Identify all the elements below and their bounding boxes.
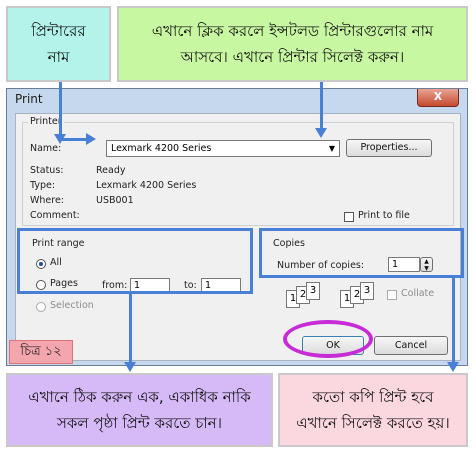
print-dialog: Print X Printer Name: Lexmark 4200 Serie…: [6, 88, 468, 366]
callout-line: আসবে। এখানে প্রিন্টার সিলেক্ট করুন।: [180, 48, 405, 66]
ok-highlight-circle: [283, 320, 373, 358]
range-selection-radio[interactable]: [36, 302, 46, 312]
properties-button[interactable]: Properties...: [346, 139, 432, 157]
callout-line: নাম: [47, 48, 70, 66]
copies-highlight: [259, 228, 464, 278]
arrow-down-icon: [315, 128, 327, 138]
callout-line: সকল পৃষ্ঠা প্রিন্ট করতে চান।: [56, 414, 223, 432]
type-value: Lexmark 4200 Series: [96, 180, 197, 191]
where-label: Where:: [30, 195, 65, 206]
arrow-line: [62, 138, 88, 141]
cancel-button[interactable]: Cancel: [374, 336, 448, 355]
arrow-line: [129, 294, 132, 364]
arrow-line: [320, 82, 323, 130]
callout-line: এখানে সিলেক্ট করতে হয়।: [296, 414, 450, 432]
print-to-file-checkbox[interactable]: [344, 212, 354, 222]
printer-select[interactable]: Lexmark 4200 Series ▼: [106, 140, 340, 157]
arrow-right-icon: [86, 133, 96, 145]
comment-label: Comment:: [30, 210, 80, 221]
callout-select-printer: এখানে ক্লিক করলে ইন্সটলড প্রিন্টারগুলোর …: [117, 6, 468, 82]
dropdown-arrow-icon: ▼: [328, 144, 335, 153]
collate-page: 3: [306, 282, 320, 300]
callout-print-range: এখানে ঠিক করুন এক, একাধিক নাকি সকল পৃষ্ঠ…: [6, 373, 273, 447]
callout-copies: কতো কপি প্রিন্ট হবে এখানে সিলেক্ট করতে হ…: [278, 373, 468, 447]
callout-line: এখানে ক্লিক করলে ইন্সটলড প্রিন্টারগুলোর …: [151, 22, 434, 40]
close-button[interactable]: X: [417, 89, 459, 107]
where-value: USB001: [96, 195, 134, 206]
figure-label: চিত্র ১২: [9, 340, 73, 364]
callout-line: প্রিন্টারের: [31, 22, 86, 40]
type-label: Type:: [30, 180, 56, 191]
callout-line: কতো কপি প্রিন্ট হবে: [312, 388, 434, 406]
arrow-line: [452, 278, 455, 364]
dialog-title: Print: [15, 92, 43, 106]
print-to-file-label: Print to file: [358, 210, 410, 221]
arrow-down-icon: [447, 362, 459, 372]
collate-page: 3: [360, 282, 374, 300]
arrow-line: [59, 82, 62, 136]
arrow-down-icon: [124, 362, 136, 372]
status-label: Status:: [30, 165, 64, 176]
collate-label: Collate: [401, 288, 435, 299]
dialog-titlebar: Print X: [7, 89, 467, 109]
callout-printer-name: প্রিন্টারের নাম: [6, 6, 111, 82]
status-value: Ready: [96, 165, 126, 176]
printer-select-value: Lexmark 4200 Series: [111, 143, 212, 154]
name-label: Name:: [30, 143, 62, 154]
callout-line: এখানে ঠিক করুন এক, একাধিক নাকি: [28, 388, 251, 406]
collate-checkbox[interactable]: [387, 290, 397, 300]
print-range-highlight: [17, 228, 253, 294]
range-selection-label: Selection: [50, 300, 94, 311]
